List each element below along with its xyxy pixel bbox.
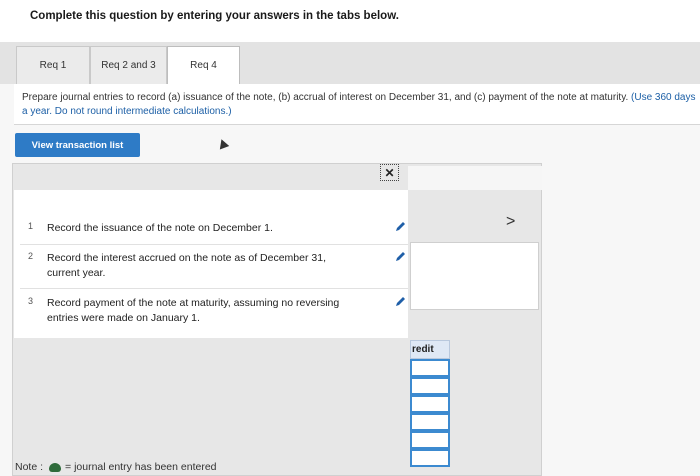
instructions-text: Prepare journal entries to record (a) is… <box>22 91 700 119</box>
transaction-item-3[interactable]: 3 Record payment of the note at maturity… <box>20 296 408 334</box>
credit-input[interactable] <box>410 431 450 449</box>
tab-label: Req 2 and 3 <box>101 60 156 71</box>
pencil-icon[interactable] <box>394 251 406 263</box>
credit-input[interactable] <box>410 359 450 377</box>
tab-label: Req 4 <box>190 60 217 71</box>
tab-req-2-and-3[interactable]: Req 2 and 3 <box>90 46 167 84</box>
transaction-number: 3 <box>28 296 34 306</box>
tab-label: Req 1 <box>39 60 67 71</box>
transaction-number: 2 <box>28 251 34 261</box>
transaction-item-1[interactable]: 1 Record the issuance of the note on Dec… <box>20 221 408 245</box>
entry-input-box[interactable] <box>410 242 539 310</box>
pencil-icon[interactable] <box>394 296 406 308</box>
tab-bar: Req 1 Req 2 and 3 Req 4 <box>0 42 700 84</box>
transaction-text: Record the interest accrued on the note … <box>47 252 326 279</box>
question-heading: Complete this question by entering your … <box>30 10 399 22</box>
entered-indicator-icon <box>49 462 62 472</box>
pencil-icon[interactable] <box>394 221 406 233</box>
view-transaction-list-button[interactable]: View transaction list <box>15 133 140 157</box>
panel-header-strip <box>408 166 542 190</box>
transaction-item-2[interactable]: 2 Record the interest accrued on the not… <box>20 251 408 289</box>
instructions-main: Prepare journal entries to record (a) is… <box>22 92 629 103</box>
credit-input[interactable] <box>410 449 450 467</box>
legend-prefix: Note : <box>15 461 44 473</box>
transaction-number: 1 <box>28 221 34 231</box>
credit-column-header: redit <box>410 340 450 359</box>
transaction-text: Record the issuance of the note on Decem… <box>47 222 273 234</box>
tab-req-1[interactable]: Req 1 <box>16 46 90 84</box>
legend-note: Note : = journal entry has been entered <box>15 461 217 473</box>
transaction-text: Record payment of the note at maturity, … <box>47 297 340 324</box>
credit-input[interactable] <box>410 377 450 395</box>
close-icon[interactable]: ✕ <box>380 164 399 181</box>
legend-text: = journal entry has been entered <box>65 461 217 473</box>
credit-input[interactable] <box>410 413 450 431</box>
next-chevron-icon[interactable]: > <box>506 214 515 230</box>
tab-req-4[interactable]: Req 4 <box>167 46 240 84</box>
credit-input[interactable] <box>410 395 450 413</box>
